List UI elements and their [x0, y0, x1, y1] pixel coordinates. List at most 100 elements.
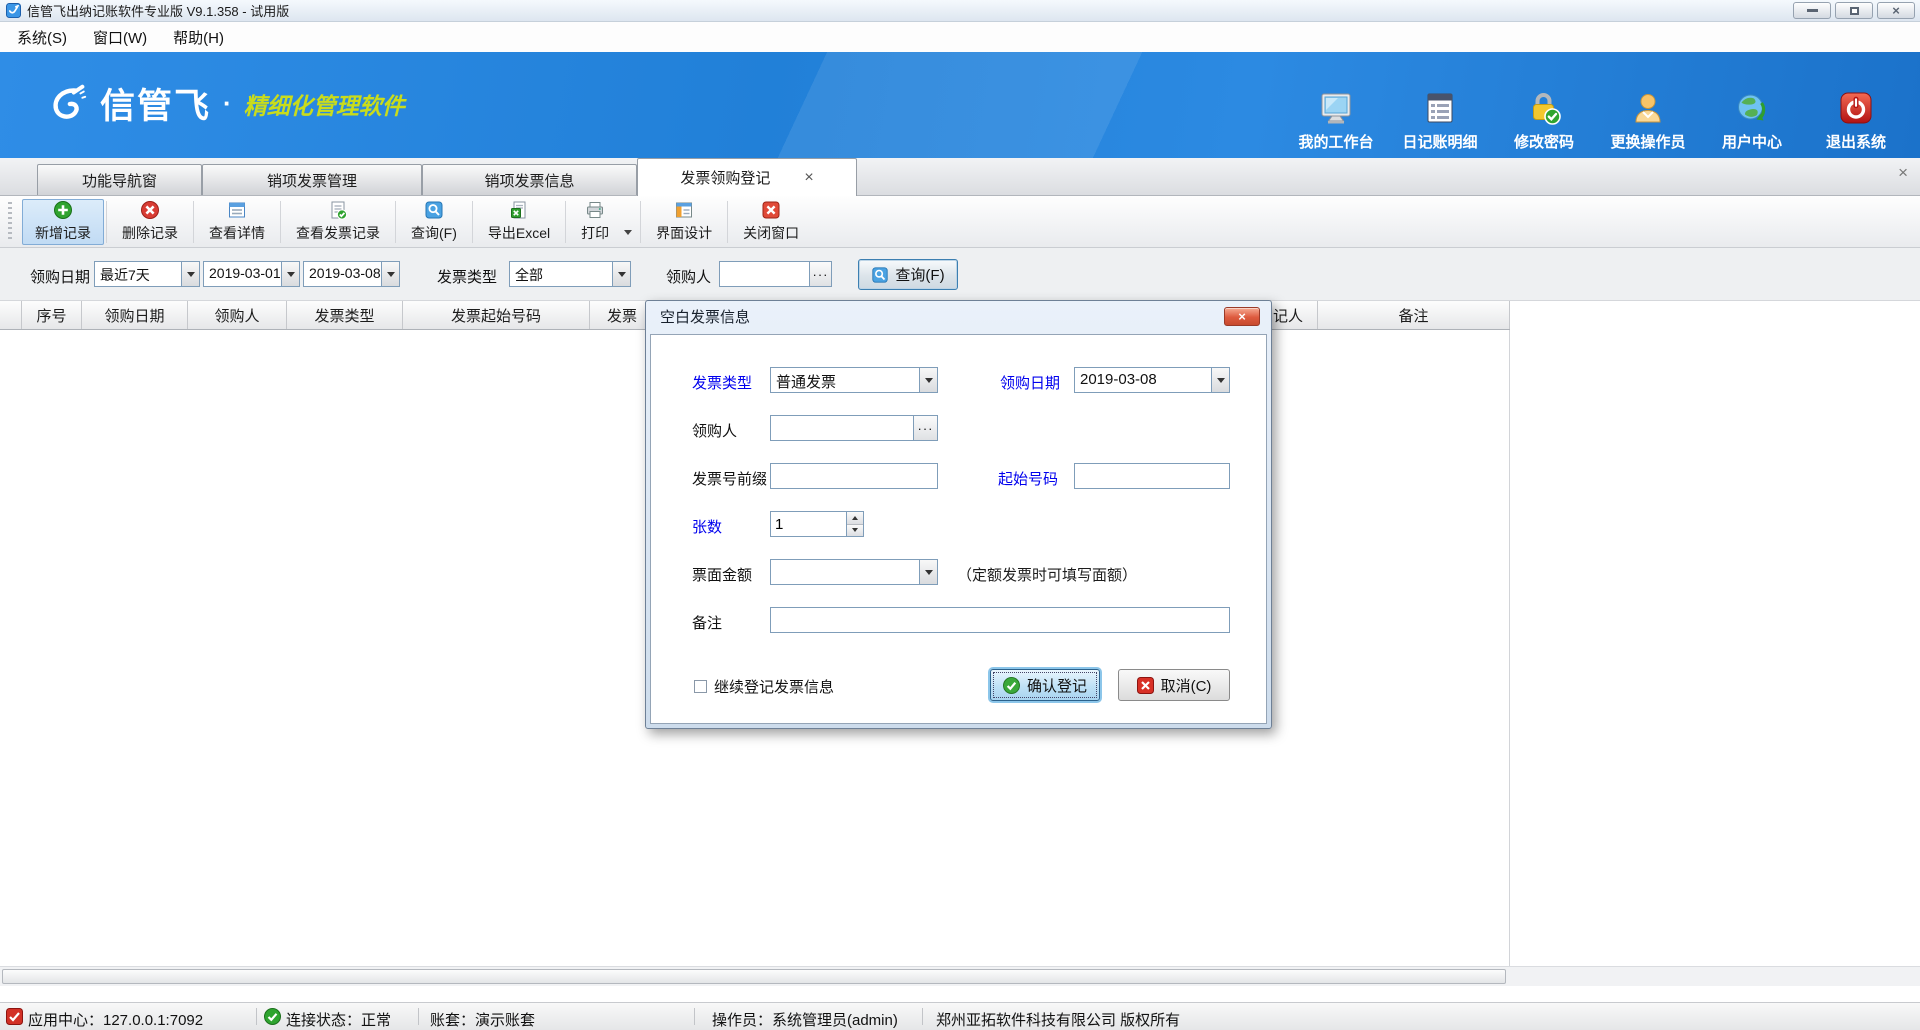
toolbar-add-record[interactable]: 新增记录	[22, 199, 104, 245]
col-purchaser[interactable]: 领购人	[188, 301, 287, 329]
menu-help[interactable]: 帮助(H)	[160, 23, 237, 52]
action-label: 我的工作台	[1298, 131, 1373, 152]
toolbar-delete-record[interactable]: 删除记录	[109, 199, 191, 245]
toolbar-label: 删除记录	[122, 223, 178, 243]
toolbar-query[interactable]: 查询(F)	[398, 199, 470, 245]
toolbar-view-invoice-records[interactable]: 查看发票记录	[283, 199, 393, 245]
col-remark[interactable]: 备注	[1318, 301, 1510, 329]
confirm-button-label: 确认登记	[1027, 675, 1087, 696]
search-button[interactable]: 查询(F)	[858, 259, 958, 290]
toolbar-ui-design[interactable]: 界面设计	[643, 199, 725, 245]
toolbar-print[interactable]: 打印	[568, 199, 622, 245]
invoice-type-select[interactable]: 普通发票	[770, 367, 938, 393]
horizontal-scrollbar[interactable]	[0, 966, 1920, 986]
toolbar-separator	[565, 201, 566, 243]
status-separator	[694, 1008, 695, 1025]
row-selector-header	[0, 301, 22, 329]
brand-separator: ·	[223, 88, 232, 119]
action-change-password[interactable]: 修改密码	[1492, 90, 1596, 152]
toolbar-label: 查看详情	[209, 223, 265, 243]
action-switch-operator[interactable]: 更换操作员	[1596, 90, 1700, 152]
date-range-select[interactable]: 最近7天	[94, 261, 200, 287]
continue-register-option: 继续登记发票信息	[694, 676, 834, 697]
search-icon	[871, 266, 889, 284]
purchaser-filter-input[interactable]	[720, 262, 809, 286]
date-to-select[interactable]: 2019-03-08	[303, 261, 400, 287]
remark-input[interactable]	[770, 607, 1230, 633]
amount-select[interactable]	[770, 559, 938, 585]
confirm-register-button[interactable]: 确认登记	[990, 669, 1100, 701]
toolbar-close-window[interactable]: 关闭窗口	[730, 199, 812, 245]
menu-system[interactable]: 系统(S)	[4, 23, 80, 52]
purchase-date-label: 领购日期	[1000, 372, 1060, 393]
chevron-down-icon[interactable]	[919, 368, 937, 392]
tab-function-nav[interactable]: 功能导航窗	[37, 164, 202, 195]
action-journal-detail[interactable]: 日记账明细	[1388, 90, 1492, 152]
chevron-down-icon[interactable]	[281, 262, 299, 286]
count-stepper	[770, 511, 864, 537]
toolbar-export-excel[interactable]: 导出Excel	[475, 199, 563, 245]
tab-strip: 功能导航窗 销项发票管理 销项发票信息 发票领购登记 × ×	[0, 158, 1920, 196]
chevron-down-icon[interactable]	[381, 262, 399, 286]
tab-sales-invoice-info[interactable]: 销项发票信息	[422, 164, 637, 195]
action-label: 日记账明细	[1402, 131, 1477, 152]
tab-sales-invoice-mgmt[interactable]: 销项发票管理	[202, 164, 422, 195]
purchase-date-value: 2019-03-08	[1075, 368, 1211, 392]
delete-record-icon	[140, 200, 160, 220]
action-user-center[interactable]: 用户中心	[1700, 90, 1804, 152]
purchaser-input[interactable]	[771, 416, 913, 440]
chevron-down-icon[interactable]	[919, 560, 937, 584]
tab-label: 功能导航窗	[82, 170, 157, 191]
invoice-type-select[interactable]: 全部	[509, 261, 631, 287]
purchaser-lookup-button[interactable]: ···	[913, 416, 937, 440]
action-my-workbench[interactable]: 我的工作台	[1284, 90, 1388, 152]
toolbar-separator	[640, 201, 641, 243]
connection-ok-icon	[264, 1008, 281, 1025]
chevron-down-icon[interactable]	[612, 262, 630, 286]
print-dropdown-caret[interactable]	[624, 230, 632, 235]
col-start-number[interactable]: 发票起始号码	[403, 301, 590, 329]
count-input[interactable]	[771, 512, 846, 536]
purchaser-lookup-button[interactable]: ···	[809, 262, 831, 286]
prefix-input[interactable]	[770, 463, 938, 489]
tabstrip-close-icon[interactable]: ×	[1898, 163, 1908, 183]
date-from-select[interactable]: 2019-03-01	[203, 261, 300, 287]
status-operator: 操作员：系统管理员(admin)	[712, 1009, 898, 1030]
status-app-center: 应用中心：127.0.0.1:7092	[28, 1009, 203, 1030]
continue-register-label: 继续登记发票信息	[714, 676, 834, 697]
status-separator	[256, 1008, 257, 1025]
col-invoice-type[interactable]: 发票类型	[287, 301, 403, 329]
tab-invoice-purchase-register[interactable]: 发票领购登记 ×	[637, 158, 857, 196]
spin-up-icon[interactable]	[847, 512, 863, 525]
minimize-button[interactable]	[1793, 2, 1831, 19]
amount-hint: （定额发票时可填写面额）	[957, 564, 1137, 585]
header-actions: 我的工作台 日记账明细 修改密码 更换操作员 用户中心	[1284, 90, 1908, 152]
amount-label: 票面金额	[692, 564, 752, 585]
toolbar-label: 新增记录	[35, 223, 91, 243]
col-purchase-date[interactable]: 领购日期	[82, 301, 188, 329]
spin-down-icon[interactable]	[847, 525, 863, 537]
dialog-close-button[interactable]: ×	[1224, 307, 1260, 326]
chevron-down-icon[interactable]	[1211, 368, 1229, 392]
close-button[interactable]: ×	[1877, 2, 1915, 19]
cancel-button[interactable]: 取消(C)	[1118, 669, 1230, 701]
chevron-down-icon[interactable]	[181, 262, 199, 286]
tab-close-icon[interactable]: ×	[804, 169, 813, 187]
remark-label: 备注	[692, 612, 722, 633]
toolbar-view-details[interactable]: 查看详情	[196, 199, 278, 245]
action-exit-system[interactable]: 退出系统	[1804, 90, 1908, 152]
continue-register-checkbox[interactable]	[694, 680, 707, 693]
start-number-input[interactable]	[1074, 463, 1230, 489]
scrollbar-thumb[interactable]	[2, 969, 1506, 984]
menu-window[interactable]: 窗口(W)	[80, 23, 160, 52]
status-separator	[418, 1008, 419, 1025]
print-icon	[585, 200, 605, 220]
cancel-x-icon	[1137, 677, 1154, 694]
toolbar-label: 关闭窗口	[743, 223, 799, 243]
close-window-icon	[761, 200, 781, 220]
purchase-date-select[interactable]: 2019-03-08	[1074, 367, 1230, 393]
power-icon	[1838, 90, 1874, 126]
col-seq[interactable]: 序号	[22, 301, 82, 329]
tab-label: 销项发票信息	[484, 170, 574, 191]
restore-button[interactable]	[1835, 2, 1873, 19]
